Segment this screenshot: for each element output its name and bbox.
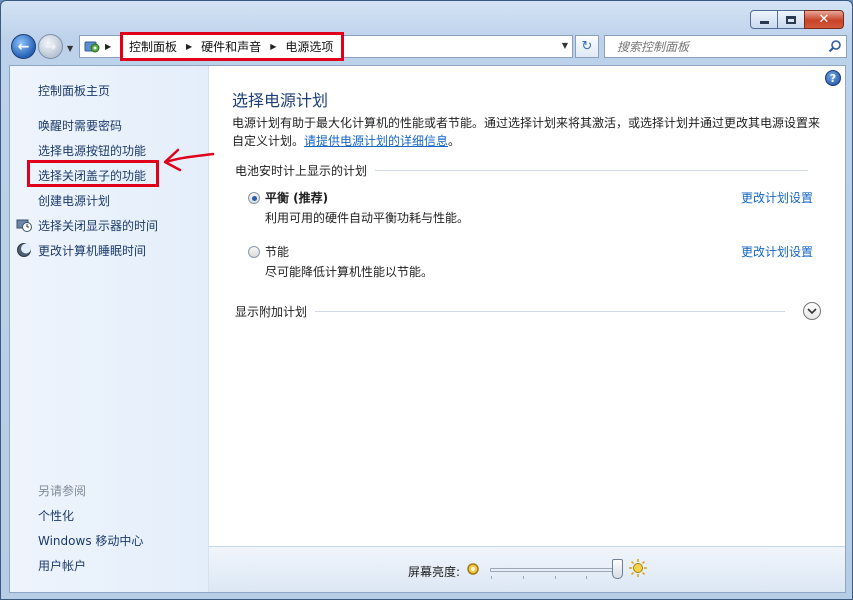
brightness-slider-track[interactable] [490, 568, 620, 572]
section-label: 电池安时计上显示的计划 [235, 163, 368, 178]
sidebar-home-link[interactable]: 控制面板主页 [38, 82, 110, 99]
chevron-down-icon [807, 308, 817, 315]
additional-plans-header[interactable]: 显示附加计划 [235, 303, 785, 319]
annotation-arrow-icon [163, 148, 215, 172]
radio-balanced[interactable] [248, 192, 260, 204]
forward-button[interactable]: → [38, 34, 63, 59]
arrow-right-icon: → [44, 38, 57, 55]
task-sidebar: 控制面板主页 唤醒时需要密码 选择电源按钮的功能 选择关闭盖子的功能 创建电源计… [10, 66, 215, 592]
plan-details-link[interactable]: 请提供电源计划的详细信息 [304, 134, 448, 148]
see-also-heading: 另请参阅 [38, 484, 87, 498]
dim-brightness-icon [467, 563, 479, 575]
breadcrumb-power-options[interactable]: 电源选项 [285, 38, 333, 55]
content-area: 控制面板主页 唤醒时需要密码 选择电源按钮的功能 选择关闭盖子的功能 创建电源计… [9, 65, 846, 593]
refresh-button[interactable]: ↻ [575, 35, 599, 58]
refresh-icon: ↻ [581, 39, 593, 54]
minimize-button[interactable] [750, 10, 778, 29]
brightness-slider-thumb[interactable] [612, 559, 623, 579]
annotation-highlight-box [27, 160, 159, 187]
maximize-button[interactable] [777, 10, 805, 29]
bright-sun-icon [629, 559, 647, 577]
change-plan-settings-link[interactable]: 更改计划设置 [741, 189, 813, 206]
close-icon: ✕ [818, 12, 830, 27]
page-title: 选择电源计划 [232, 91, 329, 110]
plan-balanced[interactable]: 平衡 (推荐) 利用可用的硬件自动平衡功耗与性能。 更改计划设置 [248, 189, 813, 229]
chevron-right-icon[interactable]: ▶ [105, 42, 111, 51]
see-also-personalization[interactable]: 个性化 [38, 507, 74, 524]
search-box[interactable] [604, 35, 847, 58]
address-dropdown-icon[interactable]: ▼ [562, 41, 568, 50]
intro-text: 电源计划有助于最大化计算机的性能或者节能。通过选择计划来将其激活，或选择计划并通… [232, 116, 821, 148]
divider [315, 310, 785, 312]
section-label: 显示附加计划 [235, 304, 308, 319]
search-input[interactable] [617, 39, 827, 54]
plan-description: 利用可用的硬件自动平衡功耗与性能。 [265, 211, 470, 225]
divider [375, 169, 808, 171]
control-panel-icon [83, 38, 101, 56]
see-also-user-accounts[interactable]: 用户帐户 [38, 557, 86, 574]
control-panel-window: ✕ ← → ▼ ▶ 控制面板 ▶ 硬件和声音 ▶ 电源选项 ▼ ↻ 搜索控制面板… [0, 0, 853, 600]
monitor-clock-icon [16, 219, 32, 232]
chevron-right-icon[interactable]: ▶ [186, 42, 192, 51]
battery-meter-section-header: 电池安时计上显示的计划 [235, 162, 808, 178]
help-icon[interactable]: ? [825, 70, 841, 86]
brightness-bar: 屏幕亮度: [209, 546, 845, 592]
plan-name: 平衡 (推荐) [265, 191, 329, 205]
sidebar-item-create-plan[interactable]: 创建电源计划 [38, 192, 110, 209]
navigation-bar: ← → ▼ ▶ 控制面板 ▶ 硬件和声音 ▶ 电源选项 ▼ ↻ [9, 31, 847, 61]
maximize-icon [786, 15, 796, 24]
sidebar-item-wake-password[interactable]: 唤醒时需要密码 [38, 117, 122, 134]
arrow-left-icon: ← [17, 38, 30, 55]
back-button[interactable]: ← [11, 34, 36, 59]
close-button[interactable]: ✕ [804, 10, 844, 29]
minimize-icon [759, 21, 769, 24]
change-plan-settings-link[interactable]: 更改计划设置 [741, 243, 813, 260]
moon-icon [17, 243, 31, 257]
sidebar-item-display-off[interactable]: 选择关闭显示器的时间 [16, 217, 159, 234]
window-controls: ✕ [750, 10, 844, 29]
main-panel: 选择电源计划 电源计划有助于最大化计算机的性能或者节能。通过选择计划来将其激活，… [232, 66, 822, 592]
breadcrumb-highlight: 控制面板 ▶ 硬件和声音 ▶ 电源选项 [120, 32, 345, 61]
see-also-mobility-center[interactable]: Windows 移动中心 [38, 532, 143, 549]
chevron-right-icon[interactable]: ▶ [270, 42, 276, 51]
history-dropdown-icon[interactable]: ▼ [67, 44, 73, 53]
radio-power-saver[interactable] [248, 246, 260, 258]
sidebar-item-sleep-time[interactable]: 更改计算机睡眠时间 [17, 242, 147, 259]
sidebar-item-power-button[interactable]: 选择电源按钮的功能 [38, 142, 146, 159]
expand-chevron-button[interactable] [803, 302, 821, 320]
sidebar-item-label: 更改计算机睡眠时间 [38, 244, 147, 258]
address-bar[interactable]: ▶ 控制面板 ▶ 硬件和声音 ▶ 电源选项 ▼ [79, 32, 573, 61]
slider-ticks [491, 576, 619, 580]
plan-name: 节能 [265, 245, 290, 259]
plan-power-saver[interactable]: 节能 尽可能降低计算机性能以节能。 更改计划设置 [248, 243, 813, 283]
plan-description: 尽可能降低计算机性能以节能。 [265, 265, 434, 279]
breadcrumb-control-panel[interactable]: 控制面板 [129, 38, 177, 55]
search-icon[interactable] [828, 39, 842, 53]
brightness-label: 屏幕亮度: [408, 565, 461, 579]
sidebar-item-label: 选择关闭显示器的时间 [38, 219, 159, 233]
breadcrumb-hardware-sound[interactable]: 硬件和声音 [201, 38, 261, 55]
